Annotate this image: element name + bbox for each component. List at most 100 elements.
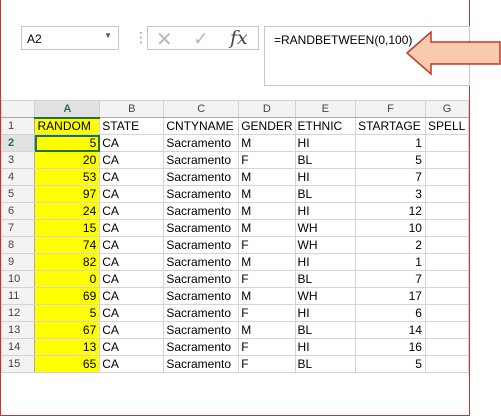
cell[interactable]	[424, 338, 470, 356]
cell[interactable]: Sacramento	[163, 338, 240, 356]
cell[interactable]: 7	[355, 168, 426, 186]
cell[interactable]: M	[238, 185, 296, 203]
cell[interactable]: CA	[99, 321, 165, 339]
cell[interactable]: WH	[294, 287, 357, 305]
cell[interactable]: 3	[355, 185, 426, 203]
cell[interactable]: 97	[34, 185, 101, 203]
column-label-cell[interactable]: CNTYNAME	[163, 117, 240, 135]
cell[interactable]: M	[238, 287, 296, 305]
cell[interactable]: Sacramento	[163, 219, 240, 237]
row-header[interactable]: 14	[0, 338, 36, 356]
cell[interactable]: 69	[34, 287, 101, 305]
cell[interactable]: 12	[355, 202, 426, 220]
column-header-f[interactable]: F	[355, 100, 426, 118]
cell[interactable]: 16	[355, 338, 426, 356]
cell[interactable]	[424, 219, 470, 237]
cell[interactable]: BL	[294, 270, 357, 288]
cell[interactable]: 5	[34, 304, 101, 322]
cell[interactable]: M	[238, 202, 296, 220]
cell[interactable]: Sacramento	[163, 236, 240, 254]
cell[interactable]: 0	[34, 270, 101, 288]
cell[interactable]: CA	[99, 253, 165, 271]
column-label-cell[interactable]: RANDOM	[34, 117, 101, 135]
cell[interactable]: CA	[99, 185, 165, 203]
cell[interactable]	[424, 253, 470, 271]
cell[interactable]: BL	[294, 355, 357, 373]
cell[interactable]: M	[238, 253, 296, 271]
row-header[interactable]: 4	[0, 168, 36, 186]
cell[interactable]: CA	[99, 270, 165, 288]
row-header[interactable]: 8	[0, 236, 36, 254]
cell[interactable]	[424, 185, 470, 203]
cell[interactable]: BL	[294, 321, 357, 339]
cell[interactable]: 15	[34, 219, 101, 237]
column-header-b[interactable]: B	[99, 100, 165, 118]
cell[interactable]: CA	[99, 355, 165, 373]
cell[interactable]: Sacramento	[163, 202, 240, 220]
cell[interactable]: Sacramento	[163, 270, 240, 288]
cell[interactable]: CA	[99, 304, 165, 322]
cell[interactable]: F	[238, 304, 296, 322]
cell[interactable]: Sacramento	[163, 287, 240, 305]
cell[interactable]	[424, 202, 470, 220]
cell[interactable]: 7	[355, 270, 426, 288]
select-all-corner[interactable]	[0, 100, 36, 118]
cell[interactable]	[424, 355, 470, 373]
cell[interactable]: F	[238, 151, 296, 169]
cell[interactable]: Sacramento	[163, 185, 240, 203]
row-header[interactable]: 7	[0, 219, 36, 237]
cell[interactable]: WH	[294, 219, 357, 237]
cell[interactable]: F	[238, 355, 296, 373]
cell[interactable]	[424, 287, 470, 305]
row-header[interactable]: 11	[0, 287, 36, 305]
cell[interactable]: Sacramento	[163, 253, 240, 271]
column-header-e[interactable]: E	[294, 100, 357, 118]
cell[interactable]: 74	[34, 236, 101, 254]
cell[interactable]: CA	[99, 338, 165, 356]
cell[interactable]: 67	[34, 321, 101, 339]
cell[interactable]: CA	[99, 168, 165, 186]
row-header[interactable]: 6	[0, 202, 36, 220]
cell[interactable]: 10	[355, 219, 426, 237]
cell[interactable]: M	[238, 219, 296, 237]
cell[interactable]: CA	[99, 219, 165, 237]
cell[interactable]: Sacramento	[163, 151, 240, 169]
cell[interactable]: CA	[99, 134, 165, 152]
name-box[interactable]: A2 ▼	[21, 26, 119, 50]
cell[interactable]	[424, 236, 470, 254]
cell[interactable]: CA	[99, 151, 165, 169]
insert-function-icon[interactable]: fx	[230, 27, 248, 49]
cell[interactable]: M	[238, 321, 296, 339]
column-label-cell[interactable]: GENDER	[238, 117, 296, 135]
cell[interactable]: 20	[34, 151, 101, 169]
cell[interactable]: HI	[294, 168, 357, 186]
cell[interactable]: HI	[294, 253, 357, 271]
column-label-cell[interactable]: SPELL	[424, 117, 470, 135]
column-label-cell[interactable]: ETHNIC	[294, 117, 357, 135]
cell[interactable]: HI	[294, 338, 357, 356]
row-header[interactable]: 2	[0, 134, 36, 152]
row-header[interactable]: 3	[0, 151, 36, 169]
cell[interactable]	[424, 151, 470, 169]
cell[interactable]: 1	[355, 253, 426, 271]
cell[interactable]: 24	[34, 202, 101, 220]
cell[interactable]: HI	[294, 202, 357, 220]
cell[interactable]: Sacramento	[163, 355, 240, 373]
cell[interactable]: HI	[294, 134, 357, 152]
cell[interactable]: BL	[294, 151, 357, 169]
cell[interactable]: CA	[99, 202, 165, 220]
cell[interactable]: 5	[355, 355, 426, 373]
chevron-down-icon[interactable]: ▼	[104, 31, 112, 40]
row-header[interactable]: 9	[0, 253, 36, 271]
cell[interactable]: 6	[355, 304, 426, 322]
cell[interactable]: WH	[294, 236, 357, 254]
column-header-d[interactable]: D	[238, 100, 296, 118]
cell[interactable]: 1	[355, 134, 426, 152]
cell[interactable]: 5	[355, 151, 426, 169]
cell[interactable]: HI	[294, 304, 357, 322]
cell[interactable]	[424, 134, 470, 152]
cell[interactable]: 13	[34, 338, 101, 356]
cell[interactable]: CA	[99, 236, 165, 254]
cell[interactable]	[424, 168, 470, 186]
column-label-cell[interactable]: STARTAGE	[355, 117, 426, 135]
